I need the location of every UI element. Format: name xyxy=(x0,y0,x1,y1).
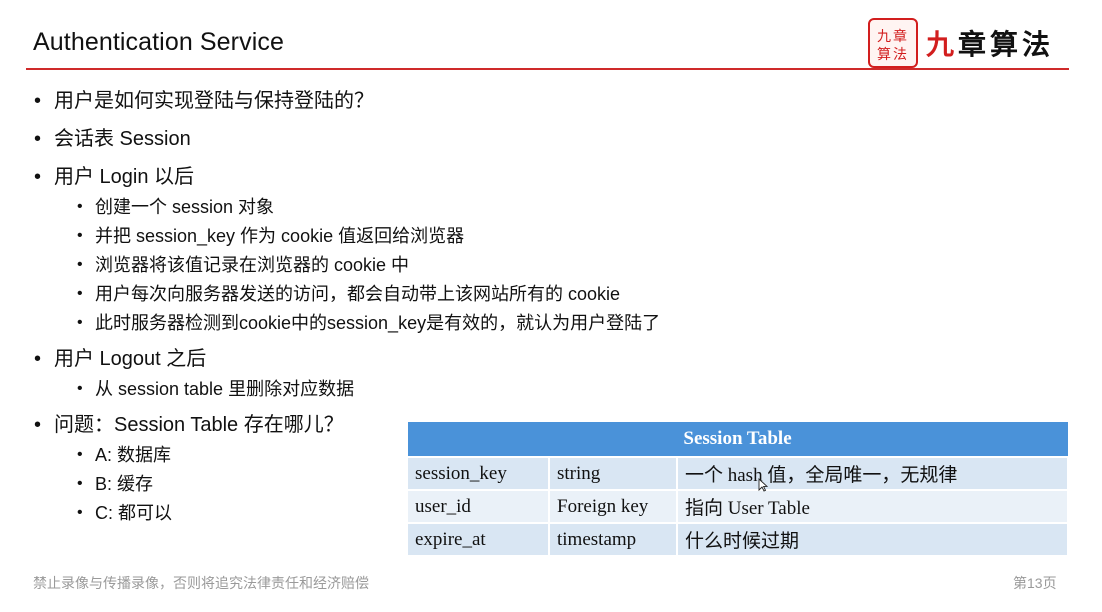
table-cell: 指向 User Table xyxy=(676,489,1069,524)
brand-accent: 九 xyxy=(926,28,959,61)
bullet-session-table: 会话表 Session xyxy=(34,126,754,152)
svg-text:章: 章 xyxy=(893,28,907,45)
sub-bullet: 从 session table 里删除对应数据 xyxy=(34,378,754,400)
seal-glyph-icon: 九 章 算 法 xyxy=(877,28,907,63)
slide: Authentication Service 九 章 算 法 九章算法 用户是如… xyxy=(0,0,1102,612)
table-cell: 一个 hash 值，全局唯一，无规律 xyxy=(676,456,1069,491)
mouse-pointer-icon xyxy=(758,478,768,492)
sub-bullet: 浏览器将该值记录在浏览器的 cookie 中 xyxy=(34,254,754,276)
sub-bullet: 此时服务器检测到cookie中的session_key是有效的，就认为用户登陆了 xyxy=(34,312,754,334)
table-row: user_id Foreign key 指向 User Table xyxy=(406,489,1069,524)
sub-bullet: 创建一个 session 对象 xyxy=(34,196,754,218)
svg-text:法: 法 xyxy=(893,47,907,63)
sub-bullet: 用户每次向服务器发送的访问，都会自动带上该网站所有的 cookie xyxy=(34,283,754,305)
slide-title: Authentication Service xyxy=(33,28,284,56)
table-title: Session Table xyxy=(406,421,1069,458)
seal-logo: 九 章 算 法 xyxy=(868,18,918,68)
title-divider xyxy=(26,68,1069,70)
svg-text:算: 算 xyxy=(877,47,891,63)
svg-text:九: 九 xyxy=(877,29,891,45)
table-row: expire_at timestamp 什么时候过期 xyxy=(406,522,1069,557)
bullet-after-login: 用户 Login 以后 xyxy=(34,164,754,190)
table-cell: session_key xyxy=(406,456,550,491)
footer-notice: 禁止录像与传播录像，否则将追究法律责任和经济赔偿 xyxy=(33,575,369,591)
bullet-login-question: 用户是如何实现登陆与保持登陆的？ xyxy=(34,88,754,114)
table-cell: 什么时候过期 xyxy=(676,522,1069,557)
page-number: 第13页 xyxy=(1013,575,1057,591)
table-cell: string xyxy=(548,456,678,491)
table-cell: Foreign key xyxy=(548,489,678,524)
session-table: Session Table session_key string 一个 hash… xyxy=(406,421,1069,557)
brand-rest: 章算法 xyxy=(958,28,1055,61)
brand-logo: 九 章 算 法 九章算法 xyxy=(868,18,1054,68)
table-cell: user_id xyxy=(406,489,550,524)
table-cell: expire_at xyxy=(406,522,550,557)
brand-name: 九章算法 xyxy=(926,23,1054,63)
bullet-after-logout: 用户 Logout 之后 xyxy=(34,346,754,372)
table-cell: timestamp xyxy=(548,522,678,557)
table-row: session_key string 一个 hash 值，全局唯一，无规律 xyxy=(406,456,1069,491)
sub-bullet: 并把 session_key 作为 cookie 值返回给浏览器 xyxy=(34,225,754,247)
